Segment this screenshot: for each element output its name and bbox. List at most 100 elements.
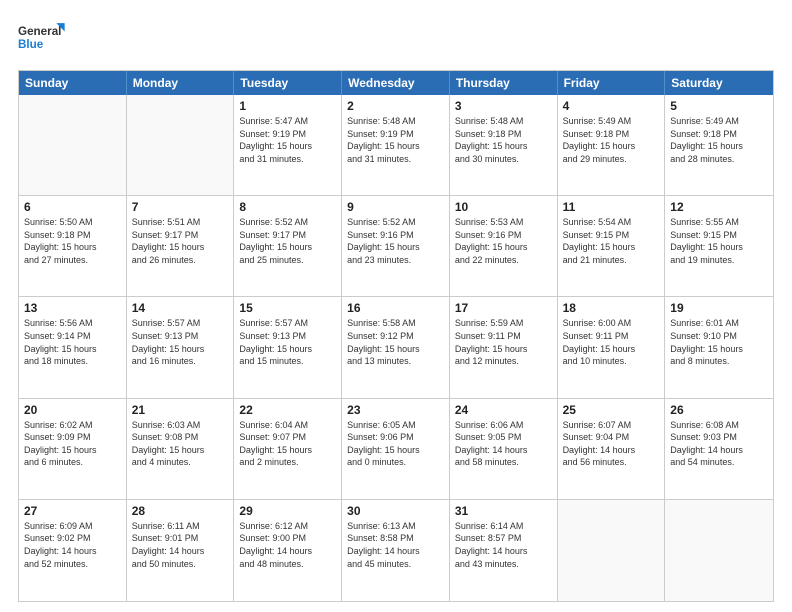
calendar-cell: 28 Sunrise: 6:11 AM Sunset: 9:01 PM Dayli… — [127, 500, 235, 601]
calendar-cell — [19, 95, 127, 195]
day-number: 17 — [455, 301, 552, 315]
calendar-cell: 12Sunrise: 5:55 AM Sunset: 9:15 PM Dayli… — [665, 196, 773, 296]
calendar-cell: 14Sunrise: 5:57 AM Sunset: 9:13 PM Dayli… — [127, 297, 235, 397]
cell-detail: Sunrise: 6:09 AM Sunset: 9:02 PM Dayligh… — [24, 520, 121, 570]
calendar-header-day: Monday — [127, 71, 235, 95]
day-number: 31 — [455, 504, 552, 518]
calendar-cell: 22 Sunrise: 6:04 AM Sunset: 9:07 PM Dayli… — [234, 399, 342, 499]
cell-detail: Sunrise: 6:12 AM Sunset: 9:00 PM Dayligh… — [239, 520, 336, 570]
day-number: 3 — [455, 99, 552, 113]
cell-detail: Sunrise: 6:04 AM Sunset: 9:07 PM Dayligh… — [239, 419, 336, 469]
cell-detail: Sunrise: 5:49 AM Sunset: 9:18 PM Dayligh… — [563, 115, 660, 165]
cell-detail: Sunrise: 5:56 AM Sunset: 9:14 PM Dayligh… — [24, 317, 121, 367]
calendar-cell: 16Sunrise: 5:58 AM Sunset: 9:12 PM Dayli… — [342, 297, 450, 397]
day-number: 21 — [132, 403, 229, 417]
calendar-cell: 3 Sunrise: 5:48 AM Sunset: 9:18 PM Daylig… — [450, 95, 558, 195]
day-number: 22 — [239, 403, 336, 417]
svg-text:General: General — [18, 25, 61, 38]
day-number: 24 — [455, 403, 552, 417]
day-number: 6 — [24, 200, 121, 214]
calendar-week: 27 Sunrise: 6:09 AM Sunset: 9:02 PM Dayli… — [19, 500, 773, 601]
day-number: 30 — [347, 504, 444, 518]
day-number: 27 — [24, 504, 121, 518]
cell-detail: Sunrise: 6:07 AM Sunset: 9:04 PM Dayligh… — [563, 419, 660, 469]
cell-detail: Sunrise: 6:01 AM Sunset: 9:10 PM Dayligh… — [670, 317, 768, 367]
calendar-cell: 26 Sunrise: 6:08 AM Sunset: 9:03 PM Dayli… — [665, 399, 773, 499]
cell-detail: Sunrise: 5:48 AM Sunset: 9:18 PM Dayligh… — [455, 115, 552, 165]
cell-detail: Sunrise: 5:49 AM Sunset: 9:18 PM Dayligh… — [670, 115, 768, 165]
cell-detail: Sunrise: 6:06 AM Sunset: 9:05 PM Dayligh… — [455, 419, 552, 469]
calendar-cell: 8 Sunrise: 5:52 AM Sunset: 9:17 PM Daylig… — [234, 196, 342, 296]
calendar-header-day: Wednesday — [342, 71, 450, 95]
calendar: SundayMondayTuesdayWednesdayThursdayFrid… — [18, 70, 774, 602]
calendar-week: 13 Sunrise: 5:56 AM Sunset: 9:14 PM Dayli… — [19, 297, 773, 398]
day-number: 4 — [563, 99, 660, 113]
calendar-cell: 25 Sunrise: 6:07 AM Sunset: 9:04 PM Dayli… — [558, 399, 666, 499]
day-number: 28 — [132, 504, 229, 518]
calendar-body: 1Sunrise: 5:47 AM Sunset: 9:19 PM Daylig… — [19, 95, 773, 601]
day-number: 13 — [24, 301, 121, 315]
cell-detail: Sunrise: 5:54 AM Sunset: 9:15 PM Dayligh… — [563, 216, 660, 266]
day-number: 23 — [347, 403, 444, 417]
calendar-cell: 1Sunrise: 5:47 AM Sunset: 9:19 PM Daylig… — [234, 95, 342, 195]
calendar-cell: 4 Sunrise: 5:49 AM Sunset: 9:18 PM Daylig… — [558, 95, 666, 195]
cell-detail: Sunrise: 5:48 AM Sunset: 9:19 PM Dayligh… — [347, 115, 444, 165]
calendar-header-day: Thursday — [450, 71, 558, 95]
cell-detail: Sunrise: 6:00 AM Sunset: 9:11 PM Dayligh… — [563, 317, 660, 367]
calendar-cell — [558, 500, 666, 601]
day-number: 8 — [239, 200, 336, 214]
calendar-header-day: Sunday — [19, 71, 127, 95]
cell-detail: Sunrise: 5:52 AM Sunset: 9:16 PM Dayligh… — [347, 216, 444, 266]
cell-detail: Sunrise: 5:52 AM Sunset: 9:17 PM Dayligh… — [239, 216, 336, 266]
calendar-cell: 15 Sunrise: 5:57 AM Sunset: 9:13 PM Dayli… — [234, 297, 342, 397]
calendar-cell: 30Sunrise: 6:13 AM Sunset: 8:58 PM Dayli… — [342, 500, 450, 601]
day-number: 2 — [347, 99, 444, 113]
day-number: 16 — [347, 301, 444, 315]
cell-detail: Sunrise: 5:59 AM Sunset: 9:11 PM Dayligh… — [455, 317, 552, 367]
calendar-header: SundayMondayTuesdayWednesdayThursdayFrid… — [19, 71, 773, 95]
calendar-cell: 7 Sunrise: 5:51 AM Sunset: 9:17 PM Daylig… — [127, 196, 235, 296]
calendar-cell: 9 Sunrise: 5:52 AM Sunset: 9:16 PM Daylig… — [342, 196, 450, 296]
day-number: 7 — [132, 200, 229, 214]
day-number: 14 — [132, 301, 229, 315]
cell-detail: Sunrise: 5:57 AM Sunset: 9:13 PM Dayligh… — [239, 317, 336, 367]
calendar-cell: 24 Sunrise: 6:06 AM Sunset: 9:05 PM Dayli… — [450, 399, 558, 499]
calendar-cell: 6Sunrise: 5:50 AM Sunset: 9:18 PM Daylig… — [19, 196, 127, 296]
day-number: 10 — [455, 200, 552, 214]
day-number: 9 — [347, 200, 444, 214]
calendar-cell: 21 Sunrise: 6:03 AM Sunset: 9:08 PM Dayli… — [127, 399, 235, 499]
cell-detail: Sunrise: 6:11 AM Sunset: 9:01 PM Dayligh… — [132, 520, 229, 570]
calendar-cell: 11Sunrise: 5:54 AM Sunset: 9:15 PM Dayli… — [558, 196, 666, 296]
calendar-cell: 31 Sunrise: 6:14 AM Sunset: 8:57 PM Dayli… — [450, 500, 558, 601]
day-number: 29 — [239, 504, 336, 518]
calendar-cell — [127, 95, 235, 195]
calendar-cell: 5 Sunrise: 5:49 AM Sunset: 9:18 PM Daylig… — [665, 95, 773, 195]
calendar-week: 6Sunrise: 5:50 AM Sunset: 9:18 PM Daylig… — [19, 196, 773, 297]
calendar-header-day: Saturday — [665, 71, 773, 95]
day-number: 25 — [563, 403, 660, 417]
cell-detail: Sunrise: 5:47 AM Sunset: 9:19 PM Dayligh… — [239, 115, 336, 165]
cell-detail: Sunrise: 6:08 AM Sunset: 9:03 PM Dayligh… — [670, 419, 768, 469]
calendar-cell: 2 Sunrise: 5:48 AM Sunset: 9:19 PM Daylig… — [342, 95, 450, 195]
calendar-cell: 18Sunrise: 6:00 AM Sunset: 9:11 PM Dayli… — [558, 297, 666, 397]
day-number: 12 — [670, 200, 768, 214]
cell-detail: Sunrise: 6:02 AM Sunset: 9:09 PM Dayligh… — [24, 419, 121, 469]
calendar-cell: 10Sunrise: 5:53 AM Sunset: 9:16 PM Dayli… — [450, 196, 558, 296]
calendar-cell — [665, 500, 773, 601]
day-number: 15 — [239, 301, 336, 315]
calendar-week: 20Sunrise: 6:02 AM Sunset: 9:09 PM Dayli… — [19, 399, 773, 500]
calendar-header-day: Friday — [558, 71, 666, 95]
cell-detail: Sunrise: 5:51 AM Sunset: 9:17 PM Dayligh… — [132, 216, 229, 266]
calendar-cell: 19 Sunrise: 6:01 AM Sunset: 9:10 PM Dayli… — [665, 297, 773, 397]
calendar-cell: 23Sunrise: 6:05 AM Sunset: 9:06 PM Dayli… — [342, 399, 450, 499]
calendar-cell: 20Sunrise: 6:02 AM Sunset: 9:09 PM Dayli… — [19, 399, 127, 499]
logo: General Blue — [18, 18, 68, 60]
calendar-cell: 17 Sunrise: 5:59 AM Sunset: 9:11 PM Dayli… — [450, 297, 558, 397]
cell-detail: Sunrise: 6:03 AM Sunset: 9:08 PM Dayligh… — [132, 419, 229, 469]
day-number: 19 — [670, 301, 768, 315]
cell-detail: Sunrise: 6:14 AM Sunset: 8:57 PM Dayligh… — [455, 520, 552, 570]
calendar-week: 1Sunrise: 5:47 AM Sunset: 9:19 PM Daylig… — [19, 95, 773, 196]
day-number: 5 — [670, 99, 768, 113]
day-number: 26 — [670, 403, 768, 417]
calendar-cell: 27 Sunrise: 6:09 AM Sunset: 9:02 PM Dayli… — [19, 500, 127, 601]
